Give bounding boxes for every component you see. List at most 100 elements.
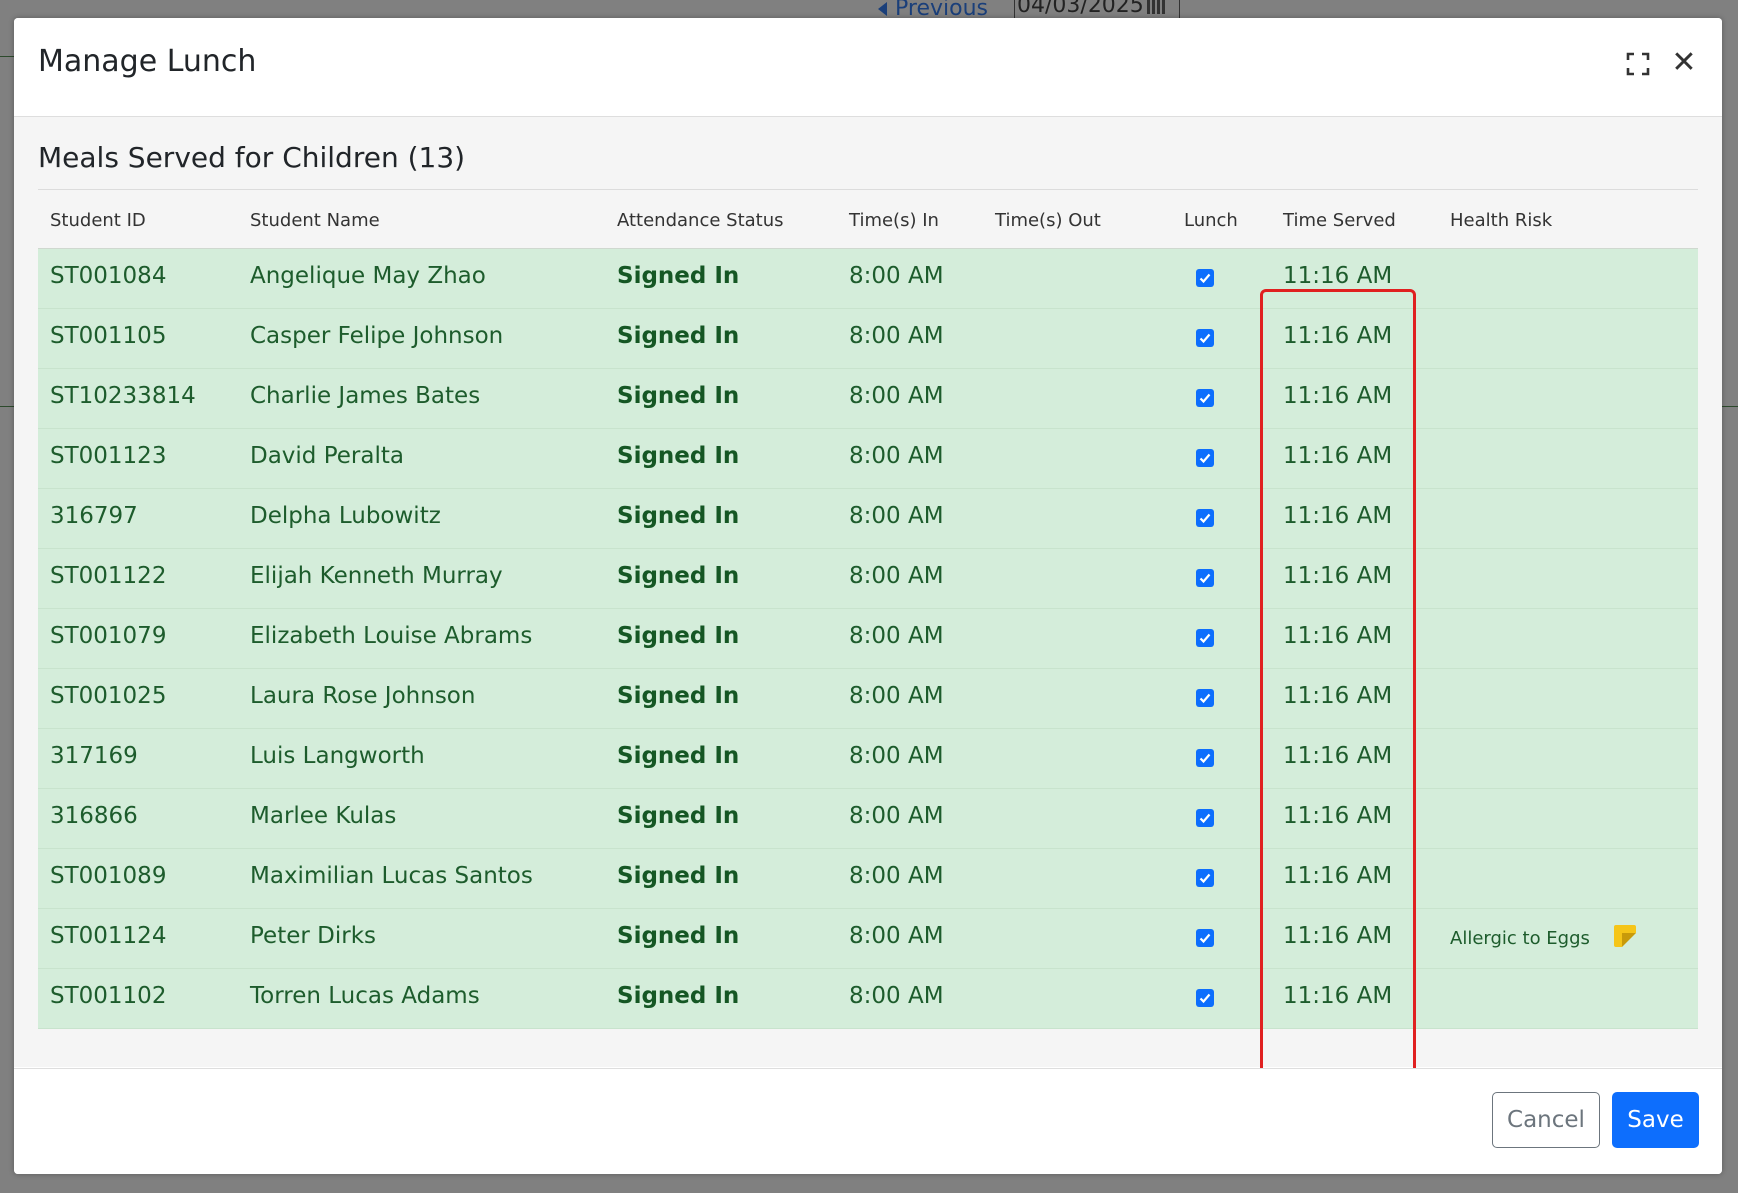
time-in: 8:00 AM xyxy=(849,503,944,529)
lunch-checkbox[interactable] xyxy=(1196,929,1214,947)
attendance-status: Signed In xyxy=(617,863,740,889)
student-name: Luis Langworth xyxy=(250,743,425,769)
modal-body: Meals Served for Children (13) Student I… xyxy=(14,117,1722,1125)
table-body: ST001084 Angelique May Zhao Signed In 8:00 … xyxy=(38,249,1698,1029)
section-title: Meals Served for Children (13) xyxy=(38,141,466,174)
student-name: Marlee Kulas xyxy=(250,803,397,829)
column-header-times-out: Time(s) Out xyxy=(995,210,1101,231)
student-name: Angelique May Zhao xyxy=(250,263,486,289)
modal-header: Manage Lunch ✕ xyxy=(14,18,1722,117)
table-row: ST001122 Elijah Kenneth Murray Signed In 8:… xyxy=(38,549,1698,609)
lunch-checkbox[interactable] xyxy=(1196,389,1214,407)
table-row: ST001124 Peter Dirks Signed In 8:00 AM 11:16… xyxy=(38,909,1698,969)
time-served: 11:16 AM xyxy=(1283,863,1393,889)
save-button[interactable]: Save xyxy=(1612,1092,1699,1148)
student-id: ST001079 xyxy=(50,623,167,649)
attendance-status: Signed In xyxy=(617,263,740,289)
attendance-status: Signed In xyxy=(617,743,740,769)
time-served: 11:16 AM xyxy=(1283,443,1393,469)
column-header-attendance-status: Attendance Status xyxy=(617,210,784,231)
divider xyxy=(1722,406,1738,407)
check-icon xyxy=(1199,633,1211,644)
table-header: Student ID Student Name Attendance Statu… xyxy=(38,189,1698,249)
modal-title: Manage Lunch xyxy=(38,44,257,79)
student-name: Casper Felipe Johnson xyxy=(250,323,504,349)
table-row: ST10233814 Charlie James Bates Signed In 8:… xyxy=(38,369,1698,429)
student-name: Laura Rose Johnson xyxy=(250,683,476,709)
column-header-time-served: Time Served xyxy=(1283,210,1396,231)
table-row: ST001025 Laura Rose Johnson Signed In 8:00 … xyxy=(38,669,1698,729)
table-row: ST001084 Angelique May Zhao Signed In 8:00 … xyxy=(38,249,1698,309)
time-served: 11:16 AM xyxy=(1283,983,1393,1009)
table-row: ST001089 Maximilian Lucas Santos Signed In… xyxy=(38,849,1698,909)
table-row: ST001123 David Peralta Signed In 8:00 AM 11:… xyxy=(38,429,1698,489)
lunch-checkbox[interactable] xyxy=(1196,329,1214,347)
attendance-status: Signed In xyxy=(617,623,740,649)
column-header-health-risk: Health Risk xyxy=(1450,210,1553,231)
attendance-status: Signed In xyxy=(617,383,740,409)
student-name: Peter Dirks xyxy=(250,923,376,949)
student-id: ST001089 xyxy=(50,863,167,889)
time-in: 8:00 AM xyxy=(849,803,944,829)
time-served: 11:16 AM xyxy=(1283,383,1393,409)
lunch-checkbox[interactable] xyxy=(1196,809,1214,827)
column-header-student-name: Student Name xyxy=(250,210,380,231)
check-icon xyxy=(1199,813,1211,824)
lunch-checkbox[interactable] xyxy=(1196,629,1214,647)
cancel-button[interactable]: Cancel xyxy=(1492,1092,1600,1148)
time-in: 8:00 AM xyxy=(849,743,944,769)
attendance-status: Signed In xyxy=(617,983,740,1009)
student-id: 316797 xyxy=(50,503,138,529)
attendance-status: Signed In xyxy=(617,803,740,829)
calendar-icon[interactable] xyxy=(1147,0,1167,14)
student-id: ST001025 xyxy=(50,683,167,709)
student-id: ST001105 xyxy=(50,323,167,349)
student-name: David Peralta xyxy=(250,443,404,469)
time-in: 8:00 AM xyxy=(849,323,944,349)
time-served: 11:16 AM xyxy=(1283,743,1393,769)
expand-icon[interactable] xyxy=(1626,52,1652,78)
date-field[interactable]: 04/03/2025 xyxy=(1014,0,1180,18)
check-icon xyxy=(1199,993,1211,1004)
check-icon xyxy=(1199,933,1211,944)
lunch-checkbox[interactable] xyxy=(1196,449,1214,467)
health-risk: Allergic to Eggs xyxy=(1450,928,1590,949)
meals-table: Student ID Student Name Attendance Statu… xyxy=(38,189,1698,1029)
close-icon[interactable]: ✕ xyxy=(1671,48,1697,78)
time-in: 8:00 AM xyxy=(849,383,944,409)
date-value: 04/03/2025 xyxy=(1017,0,1144,18)
divider xyxy=(0,406,14,407)
time-in: 8:00 AM xyxy=(849,863,944,889)
time-in: 8:00 AM xyxy=(849,983,944,1009)
time-served: 11:16 AM xyxy=(1283,683,1393,709)
student-id: ST10233814 xyxy=(50,383,196,409)
student-id: 317169 xyxy=(50,743,138,769)
student-id: 316866 xyxy=(50,803,138,829)
divider xyxy=(0,56,14,57)
lunch-checkbox[interactable] xyxy=(1196,869,1214,887)
modal-footer: Cancel Save xyxy=(14,1068,1722,1174)
check-icon xyxy=(1199,753,1211,764)
time-in: 8:00 AM xyxy=(849,443,944,469)
check-icon xyxy=(1199,873,1211,884)
check-icon xyxy=(1199,693,1211,704)
table-row: ST001079 Elizabeth Louise Abrams Signed In… xyxy=(38,609,1698,669)
check-icon xyxy=(1199,393,1211,404)
time-in: 8:00 AM xyxy=(849,263,944,289)
lunch-checkbox[interactable] xyxy=(1196,689,1214,707)
time-in: 8:00 AM xyxy=(849,563,944,589)
student-name: Elizabeth Louise Abrams xyxy=(250,623,533,649)
lunch-checkbox[interactable] xyxy=(1196,989,1214,1007)
sticky-note-icon[interactable] xyxy=(1614,925,1636,947)
lunch-checkbox[interactable] xyxy=(1196,269,1214,287)
lunch-checkbox[interactable] xyxy=(1196,509,1214,527)
time-served: 11:16 AM xyxy=(1283,563,1393,589)
lunch-checkbox[interactable] xyxy=(1196,569,1214,587)
student-name: Delpha Lubowitz xyxy=(250,503,441,529)
check-icon xyxy=(1199,573,1211,584)
student-id: ST001122 xyxy=(50,563,167,589)
time-served: 11:16 AM xyxy=(1283,923,1393,949)
lunch-checkbox[interactable] xyxy=(1196,749,1214,767)
table-row: ST001105 Casper Felipe Johnson Signed In 8:… xyxy=(38,309,1698,369)
attendance-status: Signed In xyxy=(617,443,740,469)
